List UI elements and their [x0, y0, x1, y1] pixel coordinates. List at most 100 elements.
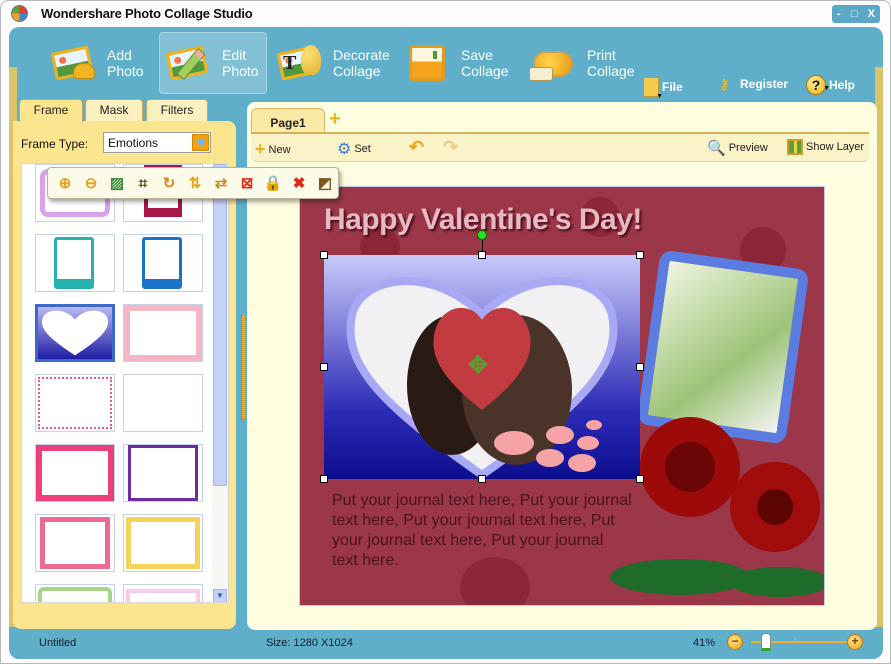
collage-canvas[interactable]: Happy Valentine's Day! Put your journal … [299, 186, 825, 606]
roses-decoration[interactable] [600, 407, 825, 606]
frame-thumbnail-pink-stitched[interactable] [35, 514, 115, 572]
gallery-scrollbar[interactable]: ▼ [212, 164, 228, 602]
save-collage-button[interactable]: Save Collage [405, 32, 515, 94]
add-photo-icon [50, 43, 97, 83]
rotate-icon[interactable]: ↻ [158, 172, 180, 194]
frame-thumbnail-purple-thin[interactable] [123, 444, 203, 502]
print-collage-label: Print Collage [587, 47, 635, 79]
frame-thumbnail-green-dotted[interactable] [35, 584, 115, 602]
crop-icon[interactable]: ⌗ [132, 172, 154, 194]
add-page-icon[interactable]: + [329, 109, 341, 129]
zoom-in-icon[interactable]: ⊕ [54, 172, 76, 194]
undo-button[interactable]: ↶ [409, 137, 424, 158]
file-menu-label: File [662, 80, 683, 94]
main-toolbar: Add Photo Edit Photo T Decorate Collage … [9, 27, 883, 100]
edit-photo-label: Edit Photo [222, 47, 259, 79]
fit-icon[interactable]: ◩ [314, 172, 336, 194]
help-menu[interactable]: ? ▼ Help [806, 75, 855, 95]
key-icon: ⚷ [719, 76, 730, 92]
register-menu[interactable]: ⚷ Register [719, 77, 788, 91]
flip-horizontal-icon[interactable]: ⇄ [210, 172, 232, 194]
help-menu-label: Help [829, 78, 856, 92]
help-icon: ? ▼ [806, 75, 830, 95]
decorate-collage-button[interactable]: T Decorate Collage [276, 32, 397, 94]
frame-type-select[interactable]: Emotions [103, 132, 211, 153]
frame-preview [36, 445, 114, 501]
chevron-down-icon[interactable] [192, 134, 209, 151]
edit-photo-button[interactable]: Edit Photo [159, 32, 267, 94]
app-logo-icon [11, 5, 28, 22]
title-bar: Wondershare Photo Collage Studio - □ X [1, 1, 890, 27]
frame-preview [38, 587, 112, 602]
work-area: Page1 + + New ⚙ Set ↶ ↷ 🔍 Preview Show L… [247, 102, 877, 630]
zoom-out-icon[interactable]: ⊖ [80, 172, 102, 194]
close-button[interactable]: X [868, 8, 875, 20]
frame-thumbnail-hot-pink-wavy[interactable] [35, 444, 115, 502]
resize-handle-left[interactable] [320, 363, 328, 371]
show-layer-button[interactable]: Show Layer [787, 139, 864, 155]
frame-preview [126, 517, 200, 569]
tab-frame[interactable]: Frame [19, 99, 83, 122]
resize-handle-top[interactable] [478, 251, 486, 259]
lock-icon[interactable]: 🔒 [262, 172, 284, 194]
preview-label: Preview [728, 142, 768, 154]
journal-text[interactable]: Put your journal text here, Put your jou… [332, 491, 632, 571]
frame-preview [142, 237, 182, 289]
panel-splitter-handle[interactable] [241, 315, 245, 419]
frame-thumbnail-yellow-scalloped[interactable] [123, 514, 203, 572]
print-collage-icon [529, 43, 577, 83]
move-icon[interactable]: ✥ [468, 351, 488, 380]
preview-button[interactable]: 🔍 Preview [707, 139, 768, 157]
resize-handle-bottom-left[interactable] [320, 475, 328, 483]
new-page-button[interactable]: + New [255, 139, 291, 160]
zoom-in-button[interactable]: + [847, 634, 863, 650]
frame-thumbnail-pink-glow-border[interactable] [123, 304, 203, 362]
tab-mask[interactable]: Mask [85, 99, 143, 121]
tab-filters[interactable]: Filters [146, 99, 208, 121]
rotation-handle[interactable] [477, 230, 487, 240]
frame-preview [54, 237, 94, 289]
flip-vertical-icon[interactable]: ⇅ [184, 172, 206, 194]
minimize-button[interactable]: - [837, 8, 841, 20]
resize-handle-top-left[interactable] [320, 251, 328, 259]
frame-thumbnail-light-pink[interactable] [123, 584, 203, 602]
frame-preview [40, 517, 110, 569]
page-actions-bar: + New ⚙ Set ↶ ↷ 🔍 Preview Show Layer [251, 132, 869, 162]
zoom-slider-knob[interactable] [761, 633, 772, 651]
add-photo-button[interactable]: Add Photo [45, 32, 155, 94]
resize-handle-bottom-right[interactable] [636, 475, 644, 483]
scroll-down-icon[interactable]: ▼ [213, 589, 227, 602]
window-title: Wondershare Photo Collage Studio [41, 6, 253, 21]
frame-thumbnail-teal-polaroid[interactable] [35, 234, 115, 292]
resize-handle-bottom[interactable] [478, 475, 486, 483]
show-layer-label: Show Layer [806, 141, 865, 153]
frame-preview [128, 445, 198, 501]
canvas-size: Size: 1280 X1024 [266, 637, 353, 649]
set-button[interactable]: ⚙ Set [337, 139, 371, 159]
rotation-stem [482, 239, 483, 251]
remove-frame-icon[interactable]: ⊠ [236, 172, 258, 194]
window-controls: - □ X [832, 5, 880, 23]
edit-photo-icon [165, 43, 212, 83]
frame-thumbnail-blue-heart-fish[interactable] [35, 304, 115, 362]
main-area: Add Photo Edit Photo T Decorate Collage … [9, 27, 883, 659]
scrollbar-thumb[interactable] [213, 164, 227, 486]
resize-handle-right[interactable] [636, 363, 644, 371]
redo-button[interactable]: ↷ [443, 137, 458, 158]
preview-icon: 🔍 [707, 140, 726, 157]
replace-image-icon[interactable]: ▨ [106, 172, 128, 194]
zoom-percent: 41% [693, 637, 716, 649]
tab-page1[interactable]: Page1 [251, 108, 325, 134]
delete-icon[interactable]: ✖ [288, 172, 310, 194]
frame-thumbnail-blue-polaroid[interactable] [123, 234, 203, 292]
frame-thumbnail-pink-dotted-hearts[interactable] [35, 374, 115, 432]
zoom-out-button[interactable]: − [727, 634, 743, 650]
layers-icon [787, 139, 803, 155]
new-page-icon: + [255, 139, 266, 159]
register-menu-label: Register [740, 77, 789, 91]
file-menu[interactable]: ▼ File [643, 77, 683, 100]
frame-thumbnail-blank[interactable] [123, 374, 203, 432]
print-collage-button[interactable]: Print Collage [529, 32, 641, 94]
maximize-button[interactable]: □ [851, 8, 858, 20]
resize-handle-top-right[interactable] [636, 251, 644, 259]
